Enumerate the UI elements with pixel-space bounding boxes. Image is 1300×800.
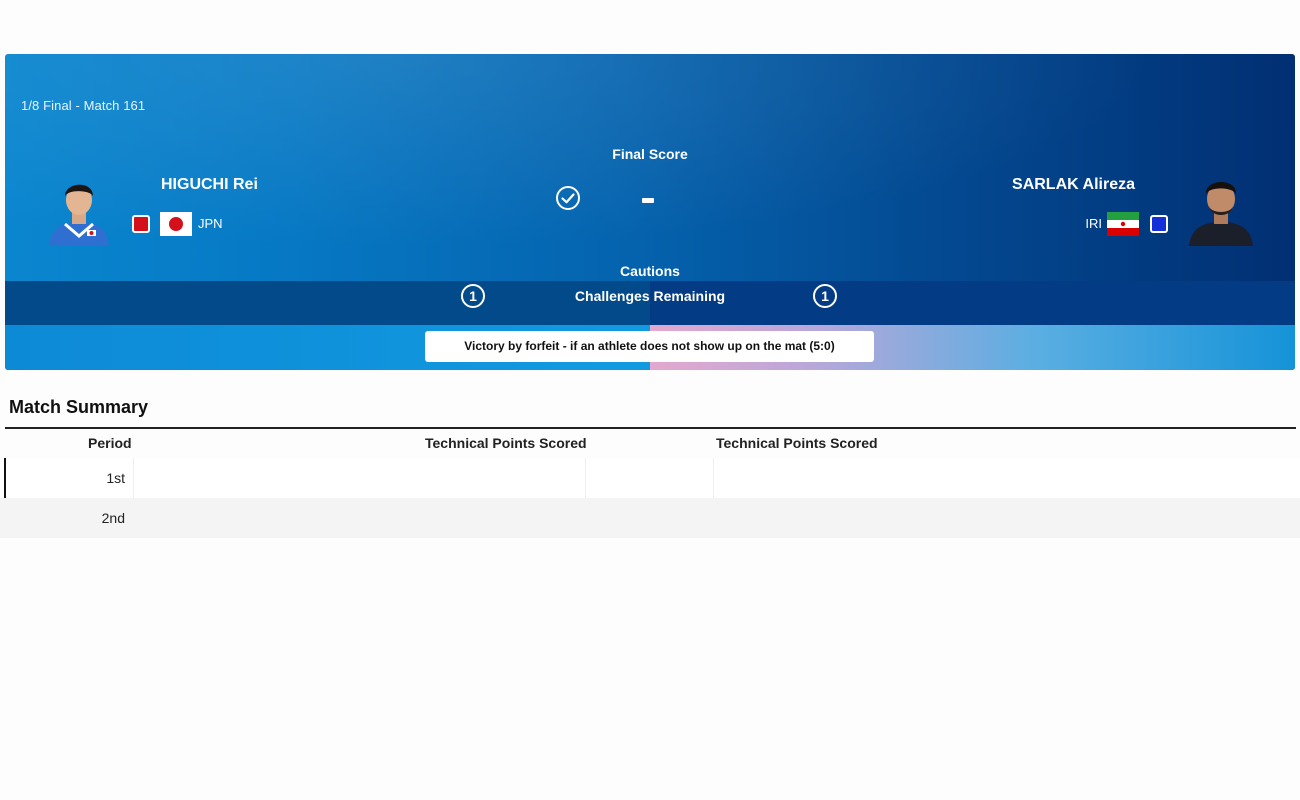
cell-divider (713, 458, 714, 498)
athlete-avatar-right (1189, 182, 1253, 246)
period-cell: 1st (106, 470, 125, 486)
blue-corner-indicator (1150, 215, 1168, 233)
challenge-count-left-icon: 1 (461, 284, 485, 308)
header-sheen (5, 54, 1295, 284)
red-corner-indicator (132, 215, 150, 233)
column-header-period: Period (88, 435, 132, 451)
country-code-right: IRI (1085, 216, 1102, 231)
table-row: 1st (0, 458, 1300, 498)
column-header-points-left: Technical Points Scored (425, 435, 587, 451)
challenges-remaining-label: Challenges Remaining (574, 288, 726, 304)
table-row: 2nd (0, 498, 1300, 538)
country-code-left: JPN (198, 216, 223, 231)
row-selection-marker (4, 458, 6, 498)
iran-flag-icon (1107, 212, 1139, 236)
round-label: 1/8 Final - Match 161 (21, 98, 146, 113)
challenge-count-right: 1 (821, 288, 829, 304)
column-header-points-right: Technical Points Scored (716, 435, 878, 451)
athlete-name-right: SARLAK Alireza (1012, 176, 1135, 193)
cell-divider (133, 458, 134, 498)
japan-flag-icon (160, 212, 192, 236)
match-summary-title: Match Summary (9, 397, 149, 417)
athlete-avatar-left (49, 184, 109, 246)
match-header: 1/8 Final - Match 161 Final Score HIGUCH… (5, 54, 1295, 370)
cautions-label: Cautions (620, 263, 680, 279)
result-description: Victory by forfeit - if an athlete does … (425, 331, 874, 362)
check-circle-icon (556, 186, 580, 210)
summary-divider (5, 427, 1296, 429)
cell-divider (585, 458, 586, 498)
final-score-label: Final Score (612, 146, 688, 162)
athlete-name-left: HIGUCHI Rei (161, 176, 258, 193)
challenge-count-right-icon: 1 (813, 284, 837, 308)
score-dash (642, 198, 654, 203)
period-cell: 2nd (101, 510, 125, 526)
challenge-count-left: 1 (469, 288, 477, 304)
